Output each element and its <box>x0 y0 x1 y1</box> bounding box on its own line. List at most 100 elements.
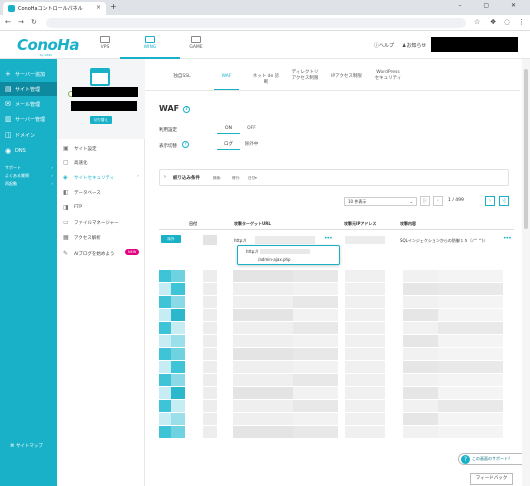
forward-icon[interactable]: → <box>18 18 24 26</box>
more-icon[interactable]: ••• <box>324 235 333 242</box>
tab-wordpress-security[interactable]: WordPress セキュリティ <box>371 70 405 90</box>
tab-ssl[interactable]: 独自SSL <box>172 74 192 94</box>
last-page-button[interactable]: ›| <box>499 196 509 206</box>
sidebar-item-site-management[interactable]: ▤ サイト管理 <box>0 82 57 96</box>
blurred-cell <box>203 374 217 386</box>
tab-directory-access[interactable]: ディレクトリ アクセス制限 <box>288 70 322 90</box>
extensions-icon[interactable]: ❖ <box>490 18 496 26</box>
help-link[interactable]: ⓘヘルプ <box>374 42 394 49</box>
reload-icon[interactable]: ↻ <box>31 18 37 26</box>
tab-waf[interactable]: WAF <box>214 74 239 90</box>
notice-link[interactable]: ♟お知らせ <box>402 42 426 49</box>
usage-off-option[interactable]: OFF <box>240 123 263 134</box>
sitemap-link[interactable]: ⌘ サイトマップ <box>10 443 43 449</box>
sidebar-item-label: サーバー管理 <box>15 117 45 123</box>
display-log-option[interactable]: ログ <box>217 139 240 150</box>
sidebar-item-mail[interactable]: ✉ メール管理 <box>0 97 57 111</box>
site-menu-database[interactable]: ◧ データベース <box>63 189 143 201</box>
sidebar-item-label: メール管理 <box>15 102 41 108</box>
site-menu-settings[interactable]: ▣ サイト設定 <box>63 145 143 157</box>
site-menu-ftp[interactable]: ◨ FTP <box>63 204 143 216</box>
site-menu-security[interactable]: ◈ サイトセキュリティ › <box>63 174 143 186</box>
blurred-cell <box>203 296 217 308</box>
conoha-logo[interactable]: ConoHa <box>17 36 79 54</box>
site-menu-label: FTP <box>74 205 82 210</box>
display-toggle[interactable]: ログ 除外中 <box>217 139 263 150</box>
blurred-cell <box>159 400 171 412</box>
blurred-cell <box>171 374 185 386</box>
exclude-button[interactable]: 除外 <box>161 235 181 243</box>
blurred-cell <box>438 361 503 373</box>
sidebar-sub-faq[interactable]: よくある質問 › <box>5 173 53 179</box>
tab-ip-access[interactable]: IPアクセス制限 <box>330 74 363 94</box>
site-menu-speed[interactable]: ▢ 高速化 <box>63 159 143 171</box>
sidebar-item-label: ドメイン <box>15 133 36 139</box>
blurred-cell <box>233 270 293 282</box>
help-circle-icon[interactable]: ? <box>183 106 191 113</box>
per-page-select[interactable]: 10 件表示 ⌄ <box>344 197 417 206</box>
switch-site-button[interactable]: 切り替え <box>90 116 112 124</box>
blurred-cell <box>203 426 217 438</box>
sidebar-item-add-server[interactable]: + サーバー追加 <box>0 67 57 81</box>
address-bar[interactable] <box>46 18 466 28</box>
page-indicator: 1 / 499 <box>448 198 464 203</box>
first-page-button[interactable]: |‹ <box>420 196 430 206</box>
database-icon: ◧ <box>63 189 69 196</box>
blurred-cell <box>438 400 503 412</box>
filter-panel[interactable]: › 絞り込み条件 検索： 修行： 日付▾ <box>159 169 509 186</box>
next-page-button[interactable]: › <box>485 196 495 206</box>
site-menu-analytics[interactable]: ▦ アクセス解析 <box>63 234 143 246</box>
usage-on-option[interactable]: ON <box>217 123 240 134</box>
header-tab-game[interactable]: GAME <box>166 36 226 59</box>
tab-close-icon[interactable]: × <box>96 4 101 11</box>
blurred-cell <box>403 400 438 412</box>
sidebar-sub-restart[interactable]: 再起動 › <box>5 181 53 187</box>
sidebar-sub-support[interactable]: サポート › <box>5 165 53 171</box>
sidebar-sub-label: サポート <box>5 165 21 170</box>
blurred-cell <box>171 322 185 334</box>
screen-support-button[interactable]: ? この画面のサポート？ <box>458 453 528 465</box>
page-title: WAF? <box>159 104 191 113</box>
blurred-cell <box>159 309 171 321</box>
bookmark-star-icon[interactable]: ☆ <box>474 18 480 26</box>
scrollbar[interactable] <box>522 59 530 486</box>
site-menu-file-manager[interactable]: ▭ ファイルマネージャー <box>63 219 143 231</box>
support-label: この画面のサポート？ <box>472 456 512 461</box>
sidebar-item-server[interactable]: ▥ サーバー管理 <box>0 112 57 126</box>
col-source-ip: 攻撃元IPアドレス <box>344 221 377 226</box>
col-target-url: 攻撃ターゲットURL <box>234 221 271 226</box>
blurred-cell <box>345 387 385 399</box>
blurred-cell <box>293 270 338 282</box>
blurred-cell <box>403 296 438 308</box>
blurred-cell <box>438 426 503 438</box>
blurred-cell <box>171 309 185 321</box>
app-header: ConoHa by GMO VPS WING GAME ⓘヘルプ ♟お知らせ <box>0 31 530 59</box>
usage-toggle[interactable]: ON OFF <box>217 123 263 134</box>
account-redacted[interactable] <box>431 37 518 52</box>
scrollbar-thumb[interactable] <box>524 69 528 229</box>
new-tab-button[interactable]: + <box>110 2 117 11</box>
display-label: 表示切替 <box>159 144 177 149</box>
site-menu-ai-blog[interactable]: ✎ AIブログを始めよう NEW <box>63 249 143 262</box>
header-tab-label: VPS <box>100 45 110 50</box>
prev-page-button[interactable]: ‹ <box>433 196 443 206</box>
blurred-cell <box>203 413 217 425</box>
tab-net-diagnosis[interactable]: ネット de 診断 <box>251 74 281 94</box>
feedback-button[interactable]: フィードバック <box>470 473 513 485</box>
browser-menu-icon[interactable]: ⋮ <box>518 18 525 26</box>
sidebar-item-label: DNS <box>15 148 26 154</box>
display-exclude-option[interactable]: 除外中 <box>240 139 263 150</box>
site-panel: 切り替え ▣ サイト設定 ▢ 高速化 ◈ サイトセキュリティ › ◧ データベース ◨ FT… <box>57 59 145 486</box>
profile-icon[interactable]: ◌ <box>504 18 510 26</box>
site-icon: ▤ <box>5 85 12 93</box>
help-circle-icon[interactable]: ? <box>182 141 189 148</box>
browser-tab[interactable]: ConoHaコントロールパネル × <box>3 2 106 15</box>
chevron-left-icon: ‹ <box>437 198 439 204</box>
blurred-cell <box>345 400 385 412</box>
more-icon[interactable]: ••• <box>503 235 512 242</box>
sidebar-item-domain[interactable]: ◫ ドメイン <box>0 128 57 142</box>
sidebar-item-dns[interactable]: ◉ DNS <box>0 144 57 158</box>
blurred-cell <box>171 361 185 373</box>
window-controls[interactable]: – ▢ ✕ <box>458 2 526 9</box>
back-icon[interactable]: ← <box>5 18 11 26</box>
